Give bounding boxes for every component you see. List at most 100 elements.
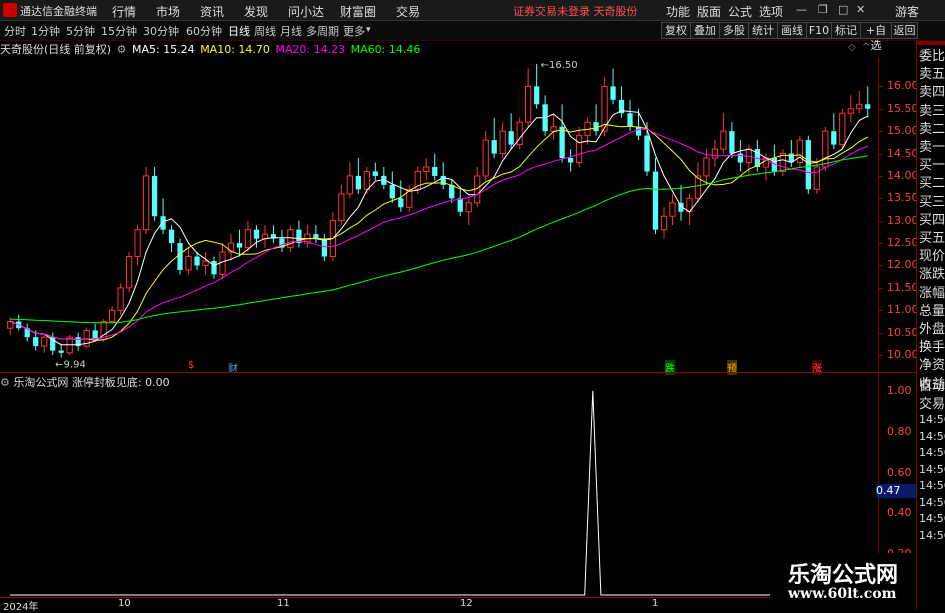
candle[interactable] xyxy=(525,68,532,127)
candle[interactable] xyxy=(575,126,583,167)
settings-gear-icon[interactable]: ⚙ xyxy=(117,43,127,56)
candle[interactable] xyxy=(618,86,625,118)
menu-gongneng[interactable]: 功能 xyxy=(666,3,690,20)
candle[interactable] xyxy=(465,198,472,226)
candle[interactable] xyxy=(822,126,829,172)
menu-wenxiaoda[interactable]: 问小达 xyxy=(288,3,324,20)
period-30min[interactable]: 30分钟 xyxy=(143,23,179,39)
candle[interactable] xyxy=(24,323,30,342)
huaxian-button[interactable]: 画线 xyxy=(777,22,807,39)
maximize-icon[interactable]: □ xyxy=(838,3,848,16)
candle[interactable] xyxy=(482,131,489,181)
candle[interactable] xyxy=(559,104,565,163)
candle[interactable] xyxy=(381,166,387,190)
period-month[interactable]: 月线 xyxy=(280,23,302,39)
candle[interactable] xyxy=(491,117,497,159)
indicator-name[interactable]: 乐淘公式网 xyxy=(13,376,68,389)
duogu-button[interactable]: 多股 xyxy=(719,22,749,39)
candle[interactable] xyxy=(839,108,846,150)
menu-hangqing[interactable]: 行情 xyxy=(112,3,136,20)
candle[interactable] xyxy=(160,198,166,235)
f10-button[interactable]: F10 xyxy=(806,22,832,39)
candle[interactable] xyxy=(457,189,463,217)
period-more[interactable]: 更多 xyxy=(343,23,365,39)
menu-shichang[interactable]: 市场 xyxy=(156,3,180,20)
candle[interactable] xyxy=(346,162,353,199)
candle[interactable] xyxy=(567,149,574,172)
candle[interactable] xyxy=(211,256,217,279)
candle[interactable] xyxy=(499,122,506,159)
candle[interactable] xyxy=(287,225,294,253)
candle[interactable] xyxy=(856,90,863,114)
candle[interactable] xyxy=(227,234,235,262)
close-icon[interactable]: ✕ xyxy=(856,3,865,16)
candle[interactable] xyxy=(406,184,413,212)
candle[interactable] xyxy=(304,225,311,248)
candle[interactable] xyxy=(313,225,319,244)
period-60min[interactable]: 60分钟 xyxy=(186,23,222,39)
restore-icon[interactable]: ❐ xyxy=(818,3,828,16)
candle[interactable] xyxy=(440,162,446,190)
period-day[interactable]: 日线 xyxy=(228,23,250,39)
candle[interactable] xyxy=(423,158,430,181)
candle[interactable] xyxy=(694,162,702,203)
candle[interactable] xyxy=(432,153,438,181)
candle[interactable] xyxy=(16,314,22,331)
minimize-icon[interactable]: — xyxy=(796,3,807,16)
period-5min[interactable]: 5分钟 xyxy=(66,23,95,39)
candle[interactable] xyxy=(372,162,378,181)
candle[interactable] xyxy=(58,343,64,358)
candle[interactable] xyxy=(177,238,183,275)
candle[interactable] xyxy=(41,334,48,353)
candle[interactable] xyxy=(236,229,243,257)
indicator-gear-icon[interactable]: ⚙ xyxy=(0,376,10,389)
candle[interactable] xyxy=(805,135,811,194)
candle[interactable] xyxy=(75,332,81,351)
candle[interactable] xyxy=(831,113,837,150)
candle[interactable] xyxy=(202,252,209,275)
candle[interactable] xyxy=(516,117,523,150)
more-chevron-icon[interactable]: ▾ xyxy=(366,25,371,35)
candle[interactable] xyxy=(847,95,854,123)
period-1min[interactable]: 1分钟 xyxy=(31,23,60,39)
candle[interactable] xyxy=(151,166,158,221)
candle[interactable] xyxy=(261,225,269,248)
candle[interactable] xyxy=(279,229,285,253)
tongji-button[interactable]: 统计 xyxy=(748,22,778,39)
candle[interactable] xyxy=(669,193,676,226)
menu-xuanxiang[interactable]: 选项 xyxy=(759,3,783,20)
candle[interactable] xyxy=(185,247,192,275)
diejia-button[interactable]: 叠加 xyxy=(690,22,720,39)
candle[interactable] xyxy=(108,305,116,324)
candle[interactable] xyxy=(593,104,599,136)
menu-gongshi[interactable]: 公式 xyxy=(728,3,752,20)
candle[interactable] xyxy=(865,86,871,118)
period-week[interactable]: 周线 xyxy=(254,23,276,39)
candle[interactable] xyxy=(338,184,345,226)
menu-jiaoyi[interactable]: 交易 xyxy=(396,3,420,20)
candle[interactable] xyxy=(134,225,141,266)
period-multi[interactable]: 多周期 xyxy=(306,23,339,39)
fuquan-button[interactable]: 复权 xyxy=(661,22,691,39)
candle[interactable] xyxy=(296,220,302,248)
candle[interactable] xyxy=(142,166,150,235)
indicator-chart[interactable] xyxy=(0,389,876,597)
candle[interactable] xyxy=(321,234,328,262)
candle[interactable] xyxy=(550,113,557,141)
guest-label[interactable]: 游客 xyxy=(895,3,919,20)
menu-zixun[interactable]: 资讯 xyxy=(200,3,224,20)
candle[interactable] xyxy=(117,283,124,315)
candle[interactable] xyxy=(779,149,786,176)
menu-caifuquan[interactable]: 财富圈 xyxy=(340,3,376,20)
stock-title[interactable]: 天奇股份(日线 前复权) xyxy=(0,43,111,56)
candle[interactable] xyxy=(652,158,659,235)
menu-banmian[interactable]: 版面 xyxy=(697,3,721,20)
period-15min[interactable]: 15分钟 xyxy=(101,23,137,39)
menu-faxian[interactable]: 发现 xyxy=(244,3,268,20)
login-warning[interactable]: 证券交易未登录 天奇股份 xyxy=(513,3,638,19)
candle[interactable] xyxy=(711,140,719,167)
candle[interactable] xyxy=(125,252,133,293)
candle[interactable] xyxy=(355,158,361,194)
candle[interactable] xyxy=(168,225,175,253)
add-watchlist-button[interactable]: +自选 xyxy=(860,22,892,52)
